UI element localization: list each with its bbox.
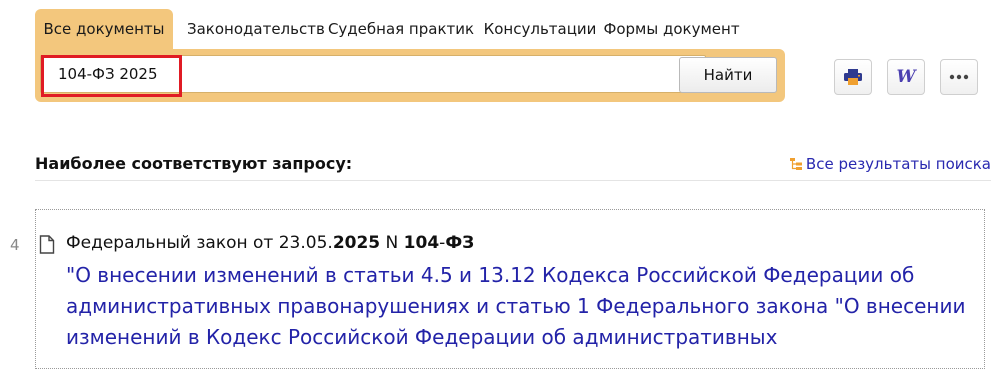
search-tabs: Все документы Законодательств Судебная п… [35,9,744,49]
tab-legislation[interactable]: Законодательств [173,9,325,49]
word-icon: W [896,67,916,87]
print-button[interactable] [834,59,872,95]
all-results-link[interactable]: Все результаты поиска [789,155,991,173]
more-dots-icon [949,74,969,80]
tab-court-practice[interactable]: Судебная практик [321,9,481,49]
result-number: 4 [10,236,20,254]
more-options-button[interactable] [940,59,978,95]
tab-consultations[interactable]: Консультации [481,9,599,49]
tab-all-documents[interactable]: Все документы [35,9,173,49]
tab-document-forms[interactable]: Формы документ [599,9,744,49]
search-input[interactable] [41,56,661,92]
find-button[interactable]: Найти [679,57,777,93]
header-divider [35,180,991,181]
result-card: Федеральный закон от 23.05.2025 N 104-ФЗ… [35,209,985,369]
document-title-link[interactable]: "О внесении изменений в статьи 4.5 и 13.… [66,260,966,353]
document-icon [39,235,55,254]
search-input-wrapper [40,55,706,97]
printer-icon [844,69,862,85]
results-section-title: Наиболее соответствуют запросу: [35,154,353,173]
search-bar: Найти [35,49,785,102]
document-heading: Федеральный закон от 23.05.2025 N 104-ФЗ [66,233,475,253]
tree-list-icon [789,158,802,170]
all-results-label: Все результаты поиска [805,155,991,173]
export-word-button[interactable]: W [887,59,925,95]
